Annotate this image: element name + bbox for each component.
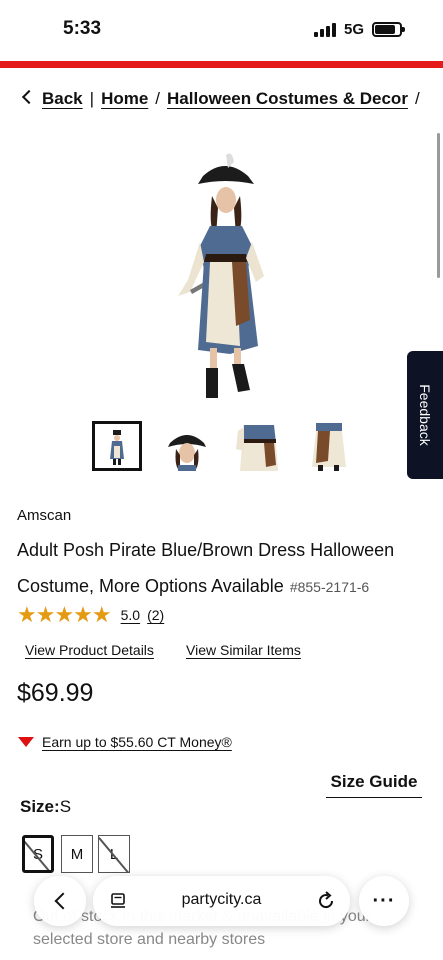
header-accent-bar: [0, 61, 443, 68]
product-sku: #855-2171-6: [289, 579, 370, 595]
chevron-left-icon[interactable]: [21, 89, 37, 105]
breadcrumb-separator: /: [155, 89, 161, 108]
network-label: 5G: [344, 21, 365, 38]
breadcrumb-halloween[interactable]: Halloween Costumes & Decor: [167, 89, 408, 108]
thumbnail-3[interactable]: [234, 421, 284, 471]
more-options-button[interactable]: ···: [359, 876, 409, 926]
feedback-label: Feedback: [417, 384, 433, 446]
breadcrumb-home[interactable]: Home: [101, 89, 148, 108]
size-option-l[interactable]: L: [98, 835, 130, 873]
signal-icon: [314, 23, 338, 37]
product-price: $69.99: [17, 679, 94, 707]
size-option-label: M: [70, 845, 84, 863]
thumbnail-1[interactable]: [92, 421, 142, 471]
size-guide-button[interactable]: Size Guide: [326, 772, 422, 798]
status-bar: 5:33 5G: [0, 0, 443, 58]
battery-icon: [372, 22, 405, 37]
rating-value[interactable]: 5.0: [121, 607, 140, 623]
browser-toolbar: partycity.ca ···: [0, 870, 443, 932]
product-brand[interactable]: Amscan: [17, 507, 71, 524]
size-label: Size:: [20, 797, 60, 816]
page-scroll-indicator: [437, 133, 440, 278]
unavailable-slash: [25, 839, 51, 870]
url-text: partycity.ca: [181, 891, 262, 908]
browser-back-button[interactable]: [34, 876, 86, 926]
star-rating-icon: ★★★★★: [17, 602, 112, 627]
size-label-row: Size:S: [20, 797, 71, 817]
breadcrumb-separator: /: [414, 89, 420, 108]
unavailable-slash: [99, 837, 129, 872]
thumbnail-4[interactable]: [304, 421, 354, 471]
thumbnail-strip: [92, 421, 352, 471]
thumbnail-2[interactable]: [162, 421, 212, 471]
feedback-tab[interactable]: Feedback: [407, 351, 443, 479]
rating-row[interactable]: ★★★★★ 5.0 (2): [17, 602, 164, 627]
size-option-s[interactable]: S: [22, 835, 54, 873]
product-title-block: Adult Posh Pirate Blue/Brown Dress Hallo…: [17, 532, 422, 605]
size-selected-value: S: [59, 797, 72, 816]
breadcrumb-divider: |: [89, 89, 95, 108]
ct-money-link[interactable]: Earn up to $55.60 CT Money®: [42, 734, 232, 750]
size-option-m[interactable]: M: [61, 835, 93, 873]
view-product-details-link[interactable]: View Product Details: [25, 642, 154, 658]
ct-triangle-icon: [18, 737, 34, 747]
rating-count[interactable]: (2): [147, 607, 164, 623]
breadcrumb: Back | Home / Halloween Costumes & Decor /: [20, 89, 420, 113]
ct-money-row[interactable]: Earn up to $55.60 CT Money®: [18, 734, 232, 750]
view-similar-items-link[interactable]: View Similar Items: [186, 642, 301, 658]
address-bar[interactable]: partycity.ca: [93, 876, 350, 926]
reload-icon[interactable]: [315, 890, 337, 912]
back-link[interactable]: Back: [42, 89, 83, 108]
product-image[interactable]: [170, 150, 280, 402]
chevron-left-icon: [54, 892, 71, 910]
status-time: 5:33: [63, 18, 102, 39]
